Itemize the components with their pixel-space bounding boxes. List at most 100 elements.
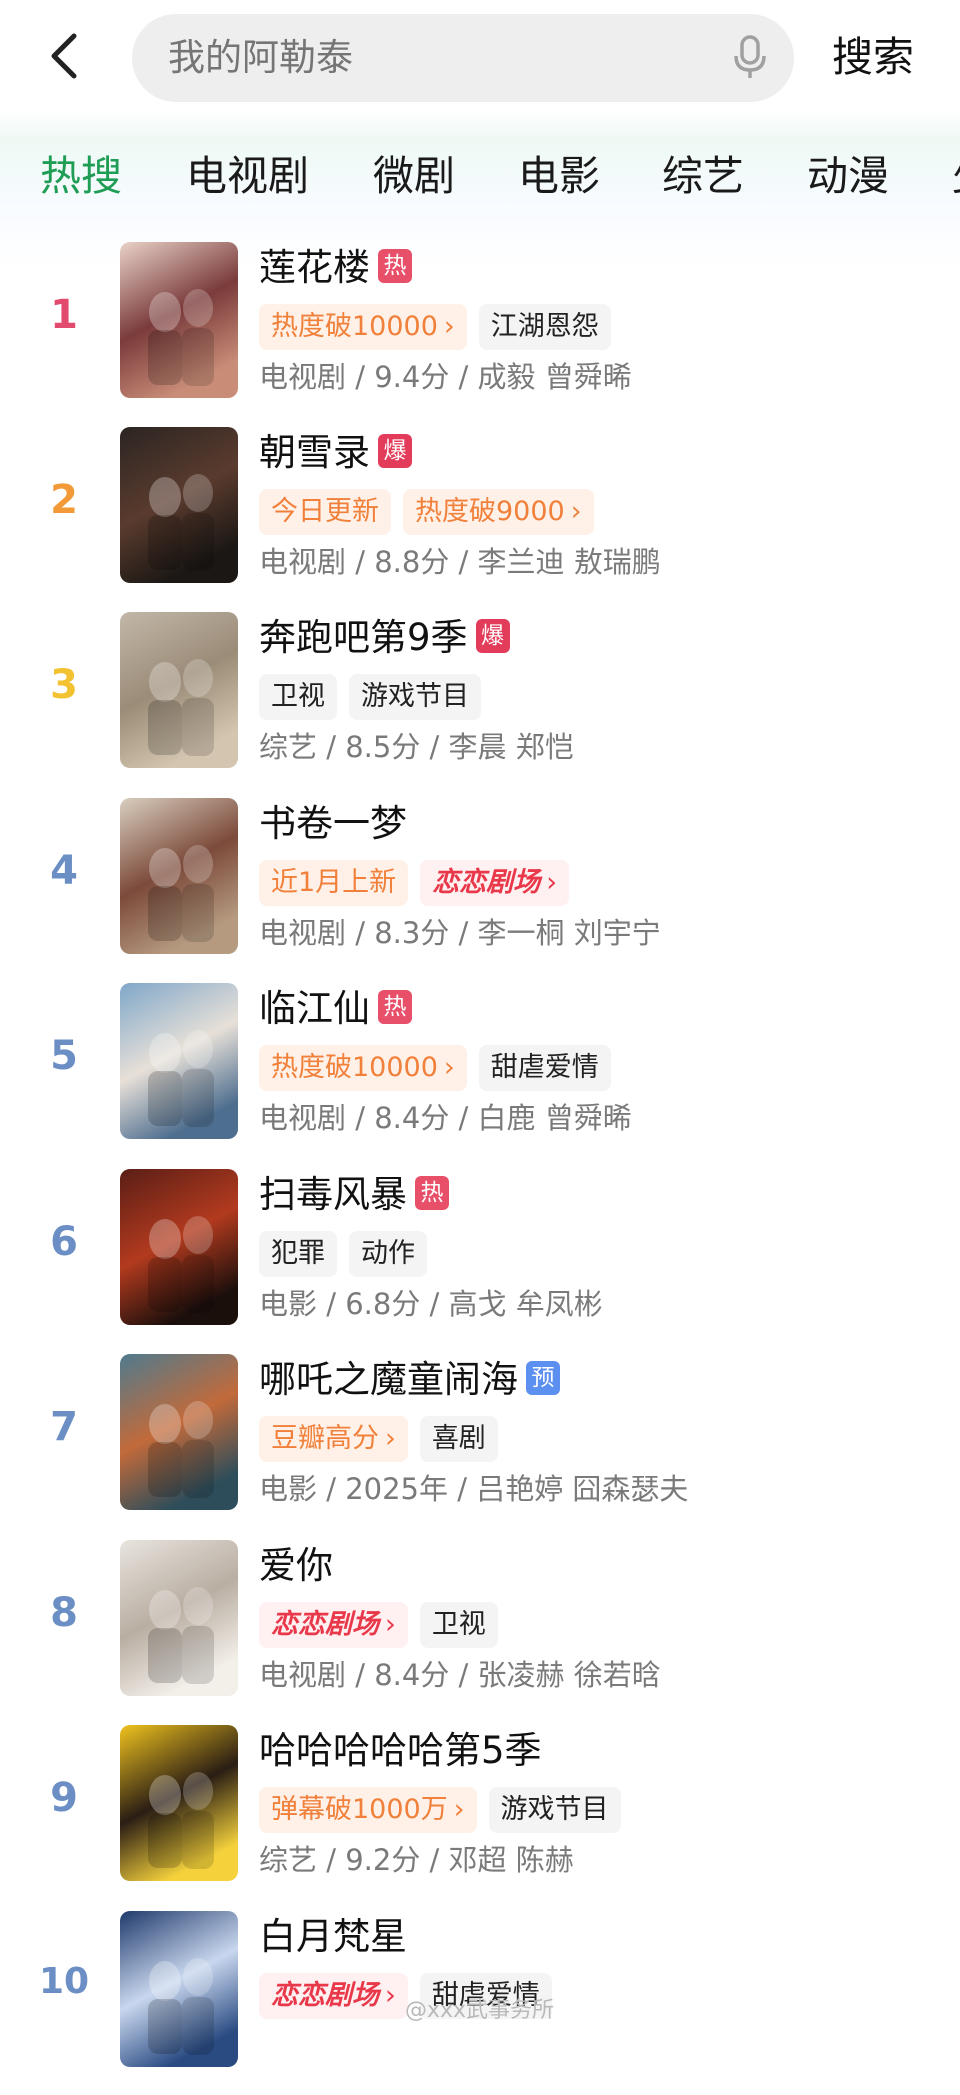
highlight-tag[interactable]: 热度破10000 › [259,1045,467,1091]
item-title[interactable]: 莲花楼 [259,246,370,289]
search-button[interactable]: 搜索 [832,22,914,92]
item-title[interactable]: 爱你 [259,1544,333,1587]
item-title[interactable]: 奔跑吧第9季 [259,616,468,659]
tag-row: 近1月上新 恋恋剧场 › [259,860,581,906]
poster-image[interactable] [120,1169,238,1325]
highlight-tag: 今日更新 [259,489,391,535]
highlight-tag[interactable]: 热度破10000 › [259,304,467,350]
preview-badge: 预 [526,1361,560,1395]
list-item[interactable]: 3 奔跑吧第9季爆卫视 游戏节目综艺 / 8.5分 / 李晨 郑恺 [0,610,960,796]
search-input[interactable] [168,14,688,102]
item-title[interactable]: 书卷一梦 [259,802,407,845]
tag-label: 今日更新 [271,496,379,527]
rank-number: 3 [50,662,78,708]
brand-tag[interactable]: 恋恋剧场 › [259,1602,408,1648]
tag-label: 热度破10000 [271,1052,438,1083]
title-line: 哪吒之魔童闹海预 [259,1352,560,1408]
poster-image[interactable] [120,427,238,583]
highlight-tag[interactable]: 热度破9000 › [403,489,594,535]
brand-tag[interactable]: 恋恋剧场 › [259,1973,408,2019]
list-item[interactable]: 8 爱你 恋恋剧场 › 卫视 电视剧 / 8.4分 / 张凌赫 徐若晗 [0,1538,960,1724]
genre-tag: 游戏节目 [349,674,481,720]
tag-row: 恋恋剧场 › 卫视 [259,1602,510,1648]
item-title[interactable]: 扫毒风暴 [259,1173,407,1216]
list-item[interactable]: 4 书卷一梦 近1月上新 恋恋剧场 › 电视剧 / 8.3分 / 李一桐 刘宇宁 [0,796,960,982]
title-line: 哈哈哈哈哈第5季 [259,1723,542,1779]
rank-number: 10 [38,1961,90,2002]
list-item[interactable]: 1 莲花楼热热度破10000 › 江湖恩怨 电视剧 / 9.4分 / 成毅 曾舜晞 [0,240,960,426]
item-meta: 综艺 / 8.5分 / 李晨 郑恺 [259,730,574,764]
tab-micro-drama[interactable]: 微剧 [373,140,455,212]
microphone-icon[interactable] [730,34,770,82]
back-button[interactable] [40,26,92,86]
list-item[interactable]: 6 扫毒风暴热犯罪 动作 电影 / 6.8分 / 高戈 牟凤彬 [0,1167,960,1353]
tag-label: 热度破10000 [271,311,438,342]
tag-row: 犯罪 动作 [259,1231,439,1277]
genre-tag: 江湖恩怨 [478,304,611,350]
tag-row: 卫视 游戏节目 [259,674,493,720]
title-line: 书卷一梦 [259,796,407,852]
tag-label: 弹幕破1000万 [271,1794,448,1825]
item-title[interactable]: 哪吒之魔童闹海 [259,1358,518,1401]
hot-badge: 热 [415,1176,449,1210]
rank-number: 5 [50,1033,78,1079]
genre-tag: 喜剧 [419,1416,498,1462]
tab-hot-search[interactable]: 热搜 [40,140,122,212]
tag-label: 江湖恩怨 [490,311,599,342]
highlight-tag[interactable]: 豆瓣高分 › [259,1416,408,1462]
poster-image[interactable] [120,242,238,398]
poster-image[interactable] [120,612,238,768]
rank-number: 8 [50,1590,78,1636]
tag-label: 甜虐爱情 [490,1052,599,1083]
poster-image[interactable] [120,983,238,1139]
item-title[interactable]: 朝雪录 [259,431,370,474]
list-item[interactable]: 5 临江仙热热度破10000 › 甜虐爱情 电视剧 / 8.4分 / 白鹿 曾舜晞 [0,981,960,1167]
item-meta: 电影 / 6.8分 / 高戈 牟凤彬 [259,1287,603,1321]
brand-tag[interactable]: 恋恋剧场 › [420,860,569,906]
item-meta: 电视剧 / 8.8分 / 李兰迪 敖瑞鹏 [259,545,661,579]
poster-image[interactable] [120,1354,238,1510]
tag-row: 弹幕破1000万 › 游戏节目 [259,1787,633,1833]
rank-number: 7 [50,1404,78,1450]
poster-image[interactable] [120,1725,238,1881]
category-tabs: 热搜 电视剧 微剧 电影 综艺 动漫 少 [0,140,960,212]
chevron-right-icon: › [443,311,455,342]
list-item[interactable]: 2 朝雪录爆今日更新 热度破9000 › 电视剧 / 8.8分 / 李兰迪 敖瑞鹏 [0,425,960,611]
genre-tag: 卫视 [419,1602,498,1648]
item-meta: 电视剧 / 8.3分 / 李一桐 刘宇宁 [259,916,661,950]
tab-tv-series[interactable]: 电视剧 [186,140,309,212]
chevron-right-icon: › [453,1794,465,1825]
list-item[interactable]: 7 哪吒之魔童闹海预豆瓣高分 › 喜剧 电影 / 2025年 / 吕艳婷 囧森瑟夫 [0,1352,960,1538]
tag-label: 热度破9000 [415,496,565,527]
chevron-right-icon: › [443,1052,455,1083]
search-box[interactable] [132,14,794,102]
item-title[interactable]: 临江仙 [259,987,370,1030]
item-title[interactable]: 白月梵星 [259,1915,407,1958]
poster-image[interactable] [120,798,238,954]
tab-anime[interactable]: 动漫 [807,140,889,212]
burst-badge: 爆 [475,619,510,653]
highlight-tag: 近1月上新 [259,860,409,906]
tag-label: 恋恋剧场 [271,1980,379,2011]
genre-tag: 卫视 [259,674,337,720]
poster-image[interactable] [120,1911,238,2067]
item-meta: 电视剧 / 9.4分 / 成毅 曾舜晞 [259,360,632,394]
list-item[interactable]: 9 哈哈哈哈哈第5季 弹幕破1000万 › 游戏节目 综艺 / 9.2分 / 邓超 陈赫 [0,1723,960,1909]
rank-number: 9 [50,1775,78,1821]
search-header: 搜索 [0,0,960,112]
item-meta: 综艺 / 9.2分 / 邓超 陈赫 [259,1843,574,1877]
highlight-tag[interactable]: 弹幕破1000万 › [259,1787,477,1833]
tag-row: 豆瓣高分 › 喜剧 [259,1416,510,1462]
title-line: 奔跑吧第9季爆 [259,610,510,666]
poster-image[interactable] [120,1540,238,1696]
tab-movie[interactable]: 电影 [518,140,600,212]
tag-label: 游戏节目 [500,1794,609,1825]
tag-label: 卫视 [271,681,325,712]
tab-variety[interactable]: 综艺 [662,140,744,212]
tag-row: 今日更新 热度破9000 › [259,489,606,535]
burst-badge: 爆 [378,434,412,468]
genre-tag: 甜虐爱情 [478,1045,611,1091]
item-title[interactable]: 哈哈哈哈哈第5季 [259,1729,542,1772]
tab-kids[interactable]: 少 [952,140,960,212]
tag-row: 热度破10000 › 甜虐爱情 [259,1045,623,1091]
